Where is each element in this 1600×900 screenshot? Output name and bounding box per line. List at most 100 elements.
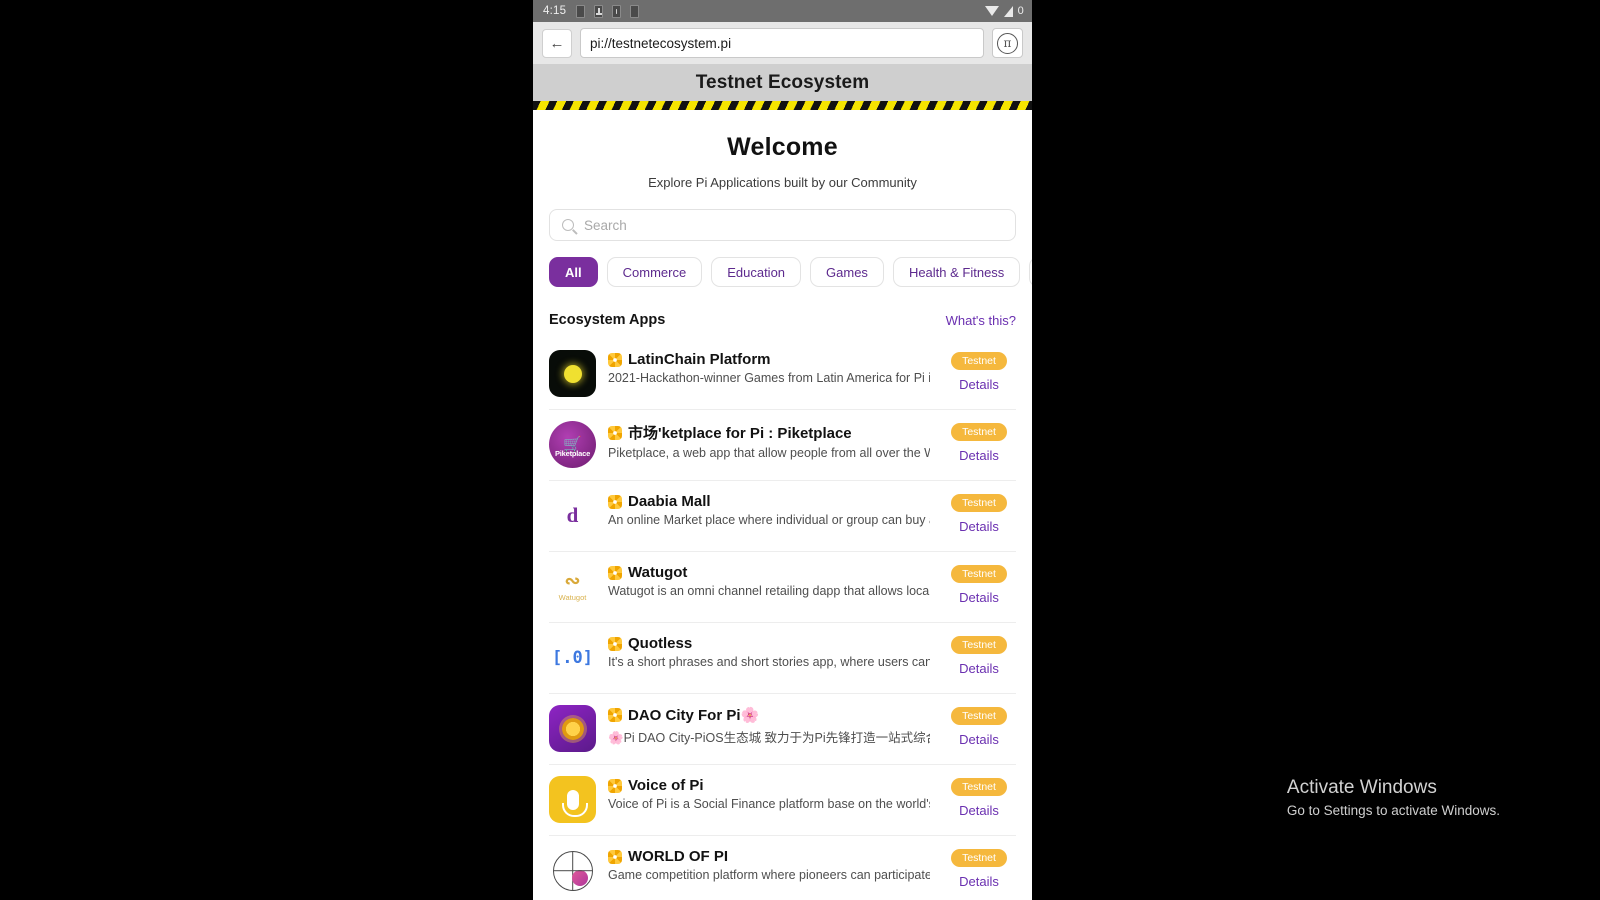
accent-dot-icon xyxy=(571,869,588,886)
page-title: Testnet Ecosystem xyxy=(533,64,1032,101)
details-link[interactable]: Details xyxy=(959,590,999,605)
status-badge: Testnet xyxy=(951,565,1007,583)
pi-logo-icon: π xyxy=(997,32,1018,54)
ecosystem-apps-label: Ecosystem Apps xyxy=(549,312,666,328)
watermark-subtitle: Go to Settings to activate Windows. xyxy=(1286,803,1500,818)
app-title-row: Daabia Mall xyxy=(608,493,930,510)
pi-browser-button[interactable]: π xyxy=(992,28,1023,58)
details-link[interactable]: Details xyxy=(959,874,999,889)
download-icon xyxy=(594,4,604,18)
details-link[interactable]: Details xyxy=(959,803,999,818)
hazard-stripe-divider xyxy=(533,101,1032,110)
gear-icon xyxy=(608,849,622,864)
app-description: An online Market place where individual … xyxy=(608,513,930,527)
details-link[interactable]: Details xyxy=(959,732,999,747)
sim-icon xyxy=(612,4,622,18)
details-link[interactable]: Details xyxy=(959,377,999,392)
world-of-pi-app-icon xyxy=(549,847,596,894)
url-input[interactable]: pi://testnetecosystem.pi xyxy=(580,28,984,58)
gear-icon xyxy=(608,636,622,651)
app-description: 2021-Hackathon-winner Games from Latin A… xyxy=(608,371,930,385)
list-header: Ecosystem Apps What's this? xyxy=(533,312,1032,328)
app-actions: Testnet Details xyxy=(942,563,1016,605)
gear-icon xyxy=(608,778,622,793)
welcome-subtitle: Explore Pi Applications built by our Com… xyxy=(648,175,917,190)
list-item[interactable]: 🛒 Piketplace 市场'ketplace for Pi : Piketp… xyxy=(549,410,1016,481)
browser-toolbar: ← pi://testnetecosystem.pi π xyxy=(533,22,1032,64)
globe-icon xyxy=(552,850,593,891)
status-badge: Testnet xyxy=(951,636,1007,654)
app-title-row: Voice of Pi xyxy=(608,777,930,794)
app-name: LatinChain Platform xyxy=(628,351,771,368)
whats-this-link[interactable]: What's this? xyxy=(946,313,1016,328)
status-badge: Testnet xyxy=(951,423,1007,441)
screen-root: 4:15 0 ← pi://testnetecosystem.pi π Test… xyxy=(0,0,1600,900)
category-chip-commerce[interactable]: Commerce xyxy=(606,257,703,287)
app-name: 市场'ketplace for Pi : Piketplace xyxy=(628,425,852,442)
app-title-row: WORLD OF PI xyxy=(608,848,930,865)
watermark-title: Activate Windows xyxy=(1286,777,1437,798)
details-link[interactable]: Details xyxy=(959,519,999,534)
icon-label: Piketplace xyxy=(554,449,591,458)
app-name: WORLD OF PI xyxy=(628,848,728,865)
details-link[interactable]: Details xyxy=(959,661,999,676)
icon-label: Watugot xyxy=(558,592,587,602)
quotless-app-icon: [.0] xyxy=(549,634,596,681)
app-list: LatinChain Platform 2021-Hackathon-winne… xyxy=(533,339,1032,900)
list-item[interactable]: WORLD OF PI Game competition platform wh… xyxy=(549,836,1016,900)
piketplace-app-icon: 🛒 Piketplace xyxy=(549,421,596,468)
app-name: Quotless xyxy=(628,635,693,652)
category-chip-health-fitness[interactable]: Health & Fitness xyxy=(892,257,1021,287)
microphone-icon xyxy=(561,789,588,817)
details-link[interactable]: Details xyxy=(959,448,999,463)
app-description: Watugot is an omni channel retailing dap… xyxy=(608,584,930,598)
status-system-icons: 0 xyxy=(984,5,1024,17)
app-description: It's a short phrases and short stories a… xyxy=(608,655,930,669)
app-title-row: LatinChain Platform xyxy=(608,351,930,368)
back-arrow-icon[interactable]: ← xyxy=(542,28,572,58)
app-name: Voice of Pi xyxy=(628,777,704,794)
app-info: Daabia Mall An online Market place where… xyxy=(608,492,930,527)
search-section: Search xyxy=(533,209,1032,241)
list-item[interactable]: ∾ Watugot Watugot Watugot is an omni cha… xyxy=(549,552,1016,623)
app-title-row: DAO City For Pi🌸 xyxy=(608,706,930,724)
app-description: Piketplace, a web app that allow people … xyxy=(608,446,930,460)
app-info: Watugot Watugot is an omni channel retai… xyxy=(608,563,930,598)
voice-of-pi-app-icon xyxy=(549,776,596,823)
gear-icon xyxy=(608,352,622,367)
app-info: WORLD OF PI Game competition platform wh… xyxy=(608,847,930,882)
sun-icon xyxy=(563,364,582,383)
watugot-app-icon: ∾ Watugot xyxy=(549,563,596,610)
android-status-bar: 4:15 0 xyxy=(533,0,1032,22)
letter-d-icon: d xyxy=(566,503,579,527)
status-badge: Testnet xyxy=(951,707,1007,725)
infinity-icon: ∾ xyxy=(564,570,581,592)
app-name: Watugot xyxy=(628,564,688,581)
app-actions: Testnet Details xyxy=(942,492,1016,534)
list-item[interactable]: LatinChain Platform 2021-Hackathon-winne… xyxy=(549,339,1016,410)
phone-viewport: 4:15 0 ← pi://testnetecosystem.pi π Test… xyxy=(533,0,1032,900)
page-content: Welcome Explore Pi Applications built by… xyxy=(533,110,1032,900)
category-chip-education[interactable]: Education xyxy=(711,257,802,287)
daabia-mall-app-icon: d xyxy=(549,492,596,539)
app-actions: Testnet Details xyxy=(942,421,1016,463)
category-filter-bar[interactable]: All Commerce Education Games Health & Fi… xyxy=(533,257,1032,287)
list-item[interactable]: DAO City For Pi🌸 🌸Pi DAO City-PiOS生态城 致力… xyxy=(549,694,1016,765)
list-item[interactable]: [.0] Quotless It's a short phrases and s… xyxy=(549,623,1016,694)
search-icon xyxy=(562,219,574,231)
signal-icon xyxy=(1003,5,1013,17)
category-chip-all[interactable]: All xyxy=(549,257,598,287)
sun-burst-icon xyxy=(561,717,584,740)
gear-icon xyxy=(608,425,622,440)
list-item[interactable]: d Daabia Mall An online Market place whe… xyxy=(549,481,1016,552)
search-input[interactable]: Search xyxy=(549,209,1016,241)
battery-icon xyxy=(576,4,586,18)
list-item[interactable]: Voice of Pi Voice of Pi is a Social Fina… xyxy=(549,765,1016,836)
gear-icon xyxy=(608,494,622,509)
category-chip-games[interactable]: Games xyxy=(810,257,884,287)
status-notification-icons xyxy=(576,4,640,18)
bracket-logo-icon: [.0] xyxy=(552,647,593,668)
app-info: DAO City For Pi🌸 🌸Pi DAO City-PiOS生态城 致力… xyxy=(608,705,930,746)
app-title-row: Watugot xyxy=(608,564,930,581)
category-chip-nft[interactable]: NFT xyxy=(1029,257,1032,287)
